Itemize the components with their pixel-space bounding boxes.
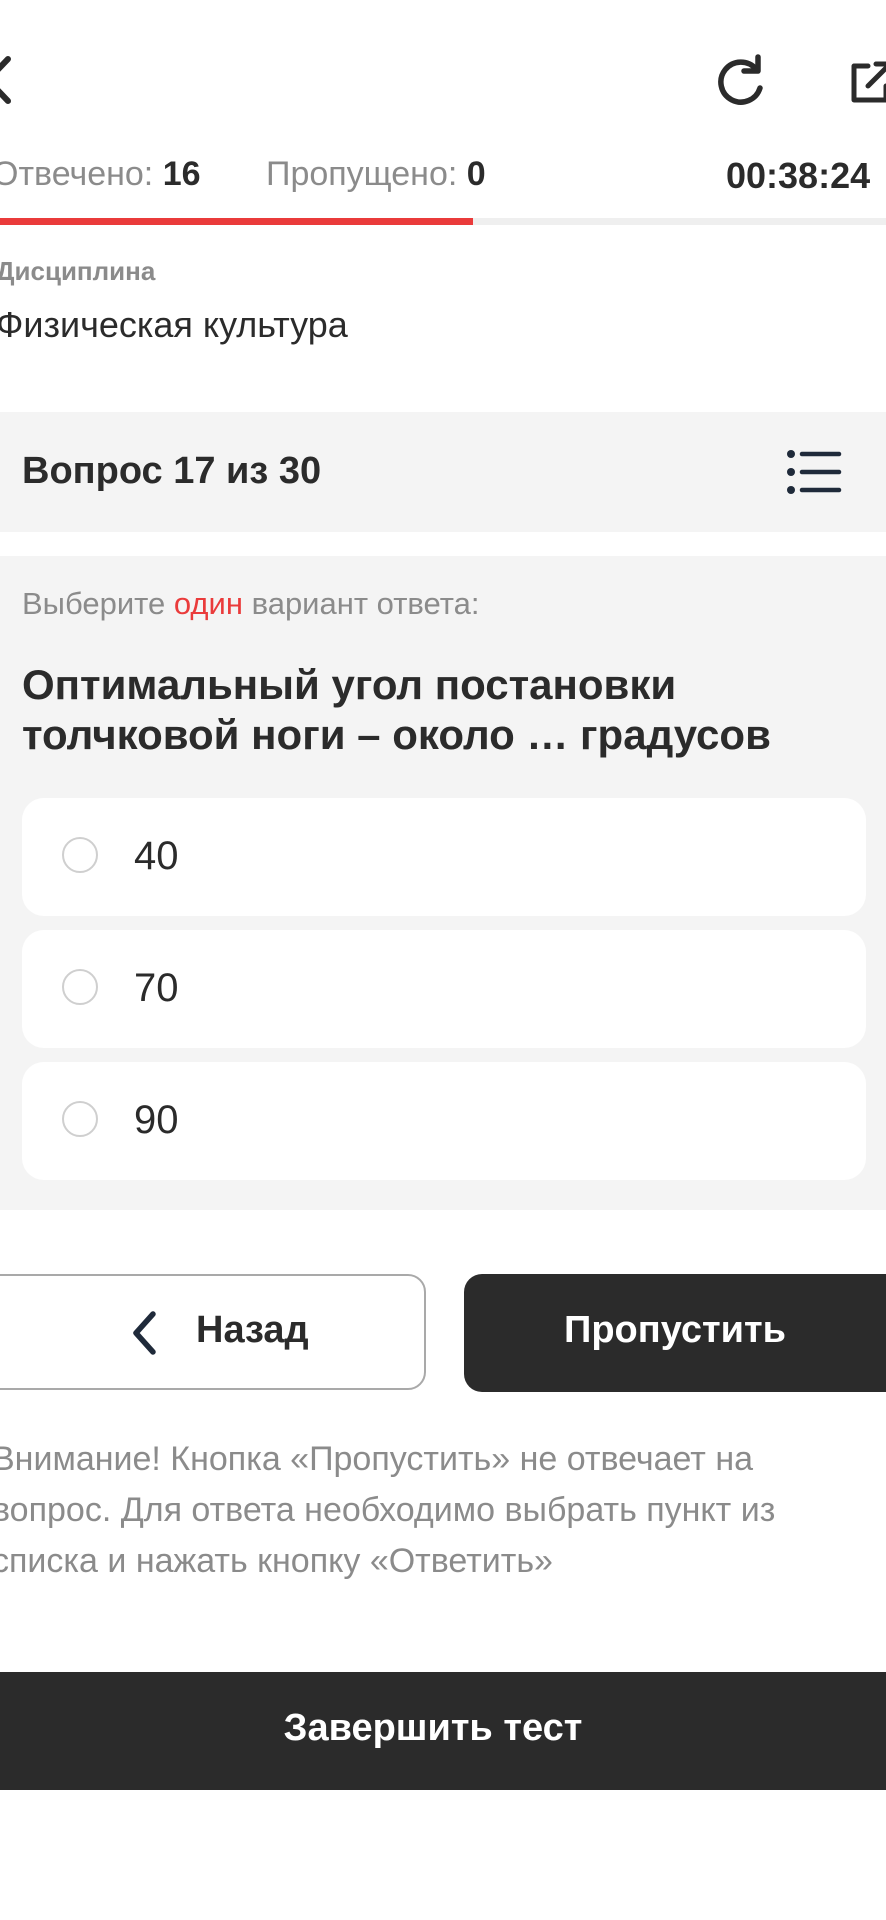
hint-accent: один	[173, 586, 243, 621]
progress-bar	[0, 218, 886, 225]
skipped-value: 0	[466, 155, 486, 193]
back-button-label: Назад	[196, 1309, 309, 1351]
radio-button[interactable]	[62, 969, 98, 1005]
status-row: Отвечено: 16 Пропущено: 0 00:38:24	[0, 155, 886, 205]
back-button[interactable]: Назад	[0, 1274, 426, 1390]
back-icon[interactable]	[0, 55, 12, 105]
question-card: Выберите один вариант ответа: Оптимальны…	[0, 556, 886, 1210]
hint-suffix: вариант ответа:	[242, 586, 480, 621]
top-bar	[0, 0, 886, 160]
question-text: Оптимальный угол постановки толчковой но…	[22, 661, 771, 758]
answered-value: 16	[162, 155, 201, 193]
share-icon[interactable]	[846, 58, 886, 106]
answered-label: Отвечено:	[0, 155, 154, 193]
discipline-label: Дисциплина	[0, 256, 156, 286]
answer-option[interactable]: 40	[22, 798, 866, 916]
skip-button[interactable]: Пропустить	[464, 1274, 886, 1392]
skipped-label: Пропущено:	[266, 155, 458, 193]
option-label: 90	[134, 1098, 179, 1142]
answer-hint: Выберите один вариант ответа:	[22, 586, 479, 622]
question-header: Вопрос 17 из 30	[0, 412, 886, 532]
answer-option[interactable]: 70	[22, 930, 866, 1048]
skip-button-label: Пропустить	[564, 1309, 786, 1351]
answered-counter: Отвечено: 16	[0, 155, 201, 194]
skip-notice: Внимание! Кнопка «Пропустить» не отвечае…	[0, 1440, 776, 1580]
question-number: Вопрос 17 из 30	[22, 450, 322, 492]
finish-test-button[interactable]: Завершить тест	[0, 1672, 886, 1790]
skipped-counter: Пропущено: 0	[266, 155, 486, 194]
answer-option[interactable]: 90	[22, 1062, 866, 1180]
chevron-left-icon	[133, 1311, 156, 1355]
option-label: 40	[134, 834, 179, 878]
hint-prefix: Выберите	[22, 586, 174, 621]
radio-button[interactable]	[62, 1101, 98, 1137]
test-screen: Отвечено: 16 Пропущено: 0 00:38:24 Дисци…	[0, 0, 886, 1920]
timer: 00:38:24	[726, 155, 871, 196]
list-icon[interactable]	[786, 448, 842, 496]
progress-fill	[0, 218, 474, 225]
discipline-value: Физическая культура	[0, 304, 348, 345]
finish-test-label: Завершить тест	[283, 1707, 583, 1749]
option-label: 70	[134, 966, 179, 1010]
radio-button[interactable]	[62, 837, 98, 873]
reload-icon[interactable]	[712, 54, 768, 110]
